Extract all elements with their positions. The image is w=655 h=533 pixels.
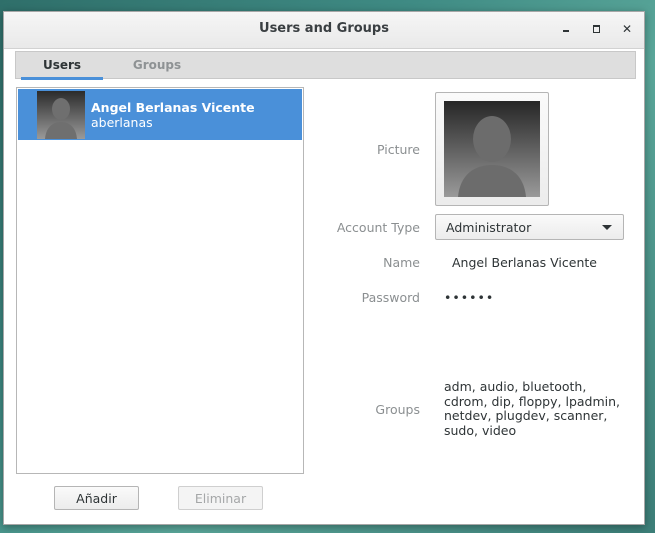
add-user-button[interactable]: Añadir xyxy=(54,486,139,510)
users-groups-window: Users and Groups ✕ Users Groups Angel Be… xyxy=(3,11,645,525)
minimize-button[interactable] xyxy=(557,20,575,38)
user-silhouette-icon xyxy=(444,101,540,197)
account-type-select[interactable]: Administrator xyxy=(435,214,624,240)
title-bar[interactable]: Users and Groups ✕ xyxy=(4,12,644,49)
list-item[interactable]: Angel Berlanas Vicente aberlanas xyxy=(18,89,302,140)
name-label: Name xyxy=(383,255,420,270)
maximize-button[interactable] xyxy=(587,20,605,38)
chevron-down-icon xyxy=(602,225,612,230)
password-label: Password xyxy=(361,290,420,305)
user-silhouette-icon xyxy=(37,91,85,139)
account-type-label: Account Type xyxy=(336,220,420,235)
user-list[interactable]: Angel Berlanas Vicente aberlanas xyxy=(16,87,304,474)
name-value[interactable]: Angel Berlanas Vicente xyxy=(452,255,597,270)
tab-users[interactable]: Users xyxy=(21,52,103,80)
tab-groups[interactable]: Groups xyxy=(116,52,198,78)
account-type-value: Administrator xyxy=(446,220,532,235)
close-icon: ✕ xyxy=(621,22,633,36)
minimize-icon xyxy=(563,30,569,32)
groups-value[interactable]: adm, audio, bluetooth, cdrom, dip, flopp… xyxy=(444,379,624,438)
avatar xyxy=(444,101,540,197)
close-button[interactable]: ✕ xyxy=(618,20,636,38)
picture-button[interactable] xyxy=(435,92,549,206)
maximize-icon xyxy=(592,25,600,33)
user-login: aberlanas xyxy=(91,115,153,130)
avatar xyxy=(37,91,85,139)
window-title: Users and Groups xyxy=(259,21,389,36)
picture-label: Picture xyxy=(377,142,420,157)
groups-label: Groups xyxy=(375,402,420,417)
password-value[interactable]: •••••• xyxy=(444,290,494,305)
tab-bar: Users Groups xyxy=(15,51,636,80)
user-full-name: Angel Berlanas Vicente xyxy=(91,100,255,115)
remove-user-button[interactable]: Eliminar xyxy=(178,486,263,510)
